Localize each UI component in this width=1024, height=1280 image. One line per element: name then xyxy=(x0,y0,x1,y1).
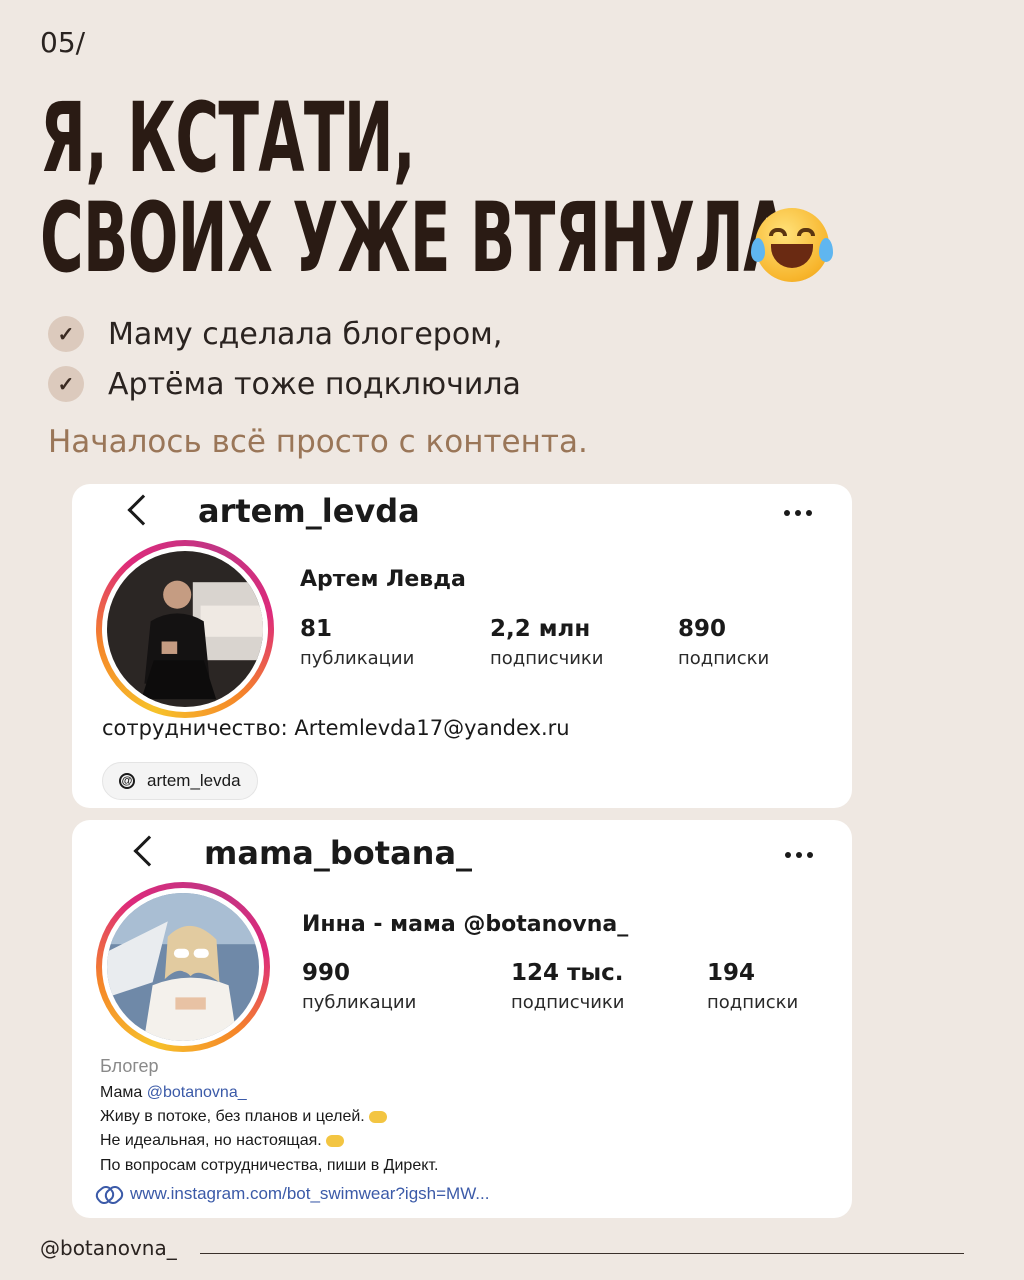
stat-posts[interactable]: 81 публикации xyxy=(300,616,414,669)
avatar[interactable] xyxy=(96,882,270,1052)
stat-label: подписчики xyxy=(511,992,625,1013)
stat-value: 990 xyxy=(302,960,351,986)
bio-text: Мама xyxy=(100,1084,147,1101)
bio-text: Не идеальная, но настоящая. xyxy=(100,1132,322,1149)
sparkle-icon xyxy=(368,1110,387,1123)
profile-handle: mama_botana_ xyxy=(204,834,473,872)
stat-followers[interactable]: 2,2 млн подписчики xyxy=(490,616,604,669)
heart-hands-icon xyxy=(325,1134,344,1147)
stat-value: 194 xyxy=(707,960,756,986)
stat-value: 890 xyxy=(678,616,727,642)
checkmark-icon: ✓ xyxy=(48,316,84,352)
back-arrow-icon[interactable] xyxy=(127,494,159,526)
threads-handle: artem_levda xyxy=(147,771,241,790)
profile-display-name: Инна - мама @botanovna_ xyxy=(302,912,629,937)
profile-external-link[interactable]: www.instagram.com/bot_swimwear?igsh=MW..… xyxy=(96,1184,489,1204)
link-icon xyxy=(96,1187,120,1201)
stat-label: публикации xyxy=(302,992,417,1013)
face-with-tears-of-joy-icon xyxy=(751,208,833,282)
more-options-icon[interactable] xyxy=(785,852,813,858)
stat-followers[interactable]: 124 тыс. подписчики xyxy=(511,960,625,1013)
headline: Я, КСТАТИ, СВОИХ УЖЕ ВТЯНУЛА xyxy=(40,88,789,288)
profile-handle: artem_levda xyxy=(198,492,420,530)
avatar[interactable] xyxy=(96,540,274,718)
stat-label: подписчики xyxy=(490,648,604,669)
back-arrow-icon[interactable] xyxy=(133,835,165,867)
checklist-item-text: Артёма тоже подключила xyxy=(108,366,521,402)
profile-display-name: Артем Левда xyxy=(300,567,466,592)
bio-line: Не идеальная, но настоящая. xyxy=(100,1132,344,1150)
bio-line: Живу в потоке, без планов и целей. xyxy=(100,1108,387,1126)
stat-posts[interactable]: 990 публикации xyxy=(302,960,416,1013)
checklist-item: ✓ Артёма тоже подключила xyxy=(48,366,521,402)
stat-value: 2,2 млн xyxy=(490,616,591,642)
threads-link-button[interactable]: @ artem_levda xyxy=(102,762,258,800)
checklist-item-text: Маму сделала блогером, xyxy=(108,316,503,352)
subtitle: Началось всё просто с контента. xyxy=(48,424,588,460)
profile-card-artem: artem_levda Артем Левда 81 публикации 2,… xyxy=(72,484,852,808)
bio-mention-link[interactable]: @botanovna_ xyxy=(147,1084,247,1101)
stat-value: 81 xyxy=(300,616,333,642)
stat-following[interactable]: 194 подписки xyxy=(707,960,798,1013)
bio-text: Живу в потоке, без планов и целей. xyxy=(100,1108,365,1125)
footer-divider xyxy=(200,1253,964,1254)
slide-number: 05/ xyxy=(40,26,86,59)
stat-label: подписки xyxy=(707,992,799,1013)
more-options-icon[interactable] xyxy=(784,510,812,516)
footer-handle: @botanovna_ xyxy=(40,1236,177,1260)
profile-bio-contact: сотрудничество: Artemlevda17@yandex.ru xyxy=(102,716,570,740)
link-text: www.instagram.com/bot_swimwear?igsh=MW..… xyxy=(130,1184,490,1203)
stat-value: 124 тыс. xyxy=(511,960,624,986)
stat-following[interactable]: 890 подписки xyxy=(678,616,769,669)
profile-category: Блогер xyxy=(100,1056,159,1076)
checklist-item: ✓ Маму сделала блогером, xyxy=(48,316,502,352)
bio-line: По вопросам сотрудничества, пиши в Дирек… xyxy=(100,1157,439,1174)
headline-line-2: СВОИХ УЖЕ ВТЯНУЛА xyxy=(40,182,789,294)
stat-label: подписки xyxy=(678,648,770,669)
threads-icon: @ xyxy=(119,773,135,789)
profile-card-mama: mama_botana_ Инна - мама @botanovna_ 990… xyxy=(72,820,852,1218)
headline-line-1: Я, КСТАТИ, xyxy=(40,82,416,194)
stat-label: публикации xyxy=(300,648,415,669)
checkmark-icon: ✓ xyxy=(48,366,84,402)
bio-line: Мама @botanovna_ xyxy=(100,1084,247,1102)
